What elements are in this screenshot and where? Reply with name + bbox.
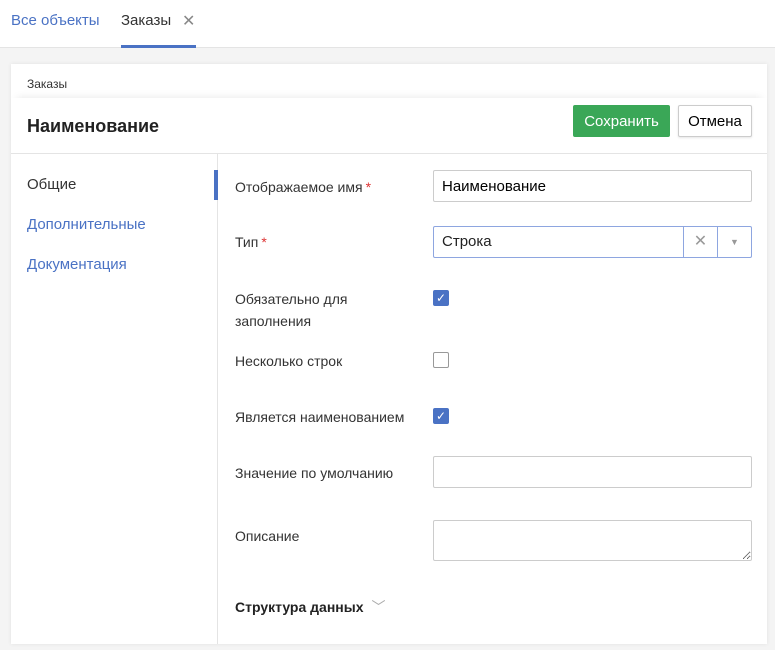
close-tab-icon[interactable]: ✕ bbox=[182, 11, 195, 31]
multiline-checkbox[interactable] bbox=[433, 352, 449, 368]
cancel-button[interactable]: Отмена bbox=[678, 105, 752, 137]
breadcrumb[interactable]: Заказы bbox=[27, 77, 67, 91]
multiline-label: Несколько строк bbox=[235, 353, 343, 369]
default-value-label: Значение по умолчанию bbox=[235, 465, 394, 481]
display-name-label: Отображаемое имя * bbox=[235, 179, 372, 195]
active-indicator bbox=[214, 170, 218, 200]
edit-card: Заказы Наименование Сохранить Отмена Общ… bbox=[11, 64, 767, 644]
save-button[interactable]: Сохранить bbox=[573, 105, 670, 137]
section-nav: Общие Дополнительные Документация bbox=[11, 154, 218, 644]
nav-item-general[interactable]: Общие bbox=[27, 176, 76, 193]
page-title: Наименование bbox=[27, 116, 160, 136]
clear-icon[interactable]: ✕ bbox=[683, 227, 717, 257]
chevron-down-icon[interactable]: ▼ bbox=[717, 227, 751, 257]
description-textarea[interactable] bbox=[433, 520, 752, 561]
chevron-down-icon: ﹀ bbox=[371, 599, 386, 615]
data-structure-section[interactable]: Структура данных ﹀ bbox=[235, 597, 386, 617]
type-label: Тип * bbox=[235, 234, 267, 250]
tab-label: Заказы bbox=[121, 12, 172, 29]
nav-item-additional[interactable]: Дополнительные bbox=[27, 216, 146, 233]
is-name-label: Является наименованием bbox=[235, 409, 405, 425]
tab-bar: Все объекты Заказы ✕ bbox=[0, 0, 775, 48]
tab-all-objects[interactable]: Все объекты bbox=[11, 12, 100, 29]
display-name-input[interactable] bbox=[433, 170, 752, 202]
nav-item-documentation[interactable]: Документация bbox=[27, 256, 127, 273]
default-value-input[interactable] bbox=[433, 456, 752, 488]
type-select[interactable]: Строка ✕ ▼ bbox=[433, 226, 752, 258]
required-checkbox[interactable]: ✓ bbox=[433, 290, 449, 306]
required-label: Обязательно для заполнения bbox=[235, 291, 348, 329]
type-value: Строка bbox=[442, 233, 492, 250]
description-label: Описание bbox=[235, 528, 300, 544]
is-name-checkbox[interactable]: ✓ bbox=[433, 408, 449, 424]
header: Наименование Сохранить Отмена bbox=[11, 98, 767, 154]
